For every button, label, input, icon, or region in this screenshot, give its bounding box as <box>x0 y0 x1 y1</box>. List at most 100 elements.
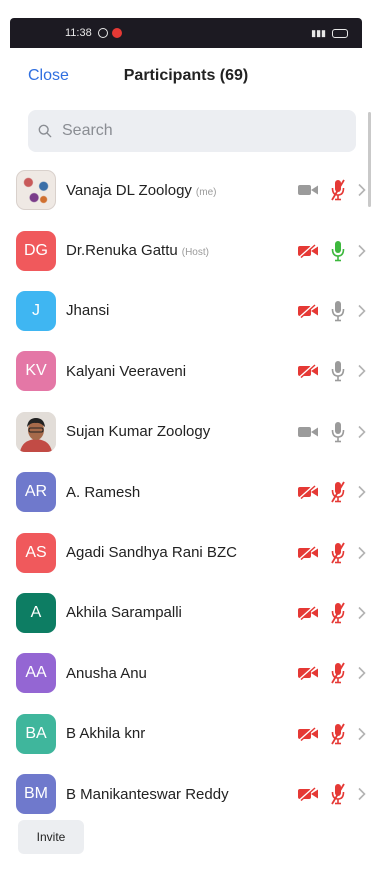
search-bar[interactable] <box>28 110 356 152</box>
participant-name-text: Agadi Sandhya Rani BZC <box>66 544 237 562</box>
mic-muted-icon[interactable] <box>330 179 346 201</box>
participant-row[interactable]: AA Anusha Anu <box>10 643 366 703</box>
mic-icon[interactable] <box>330 300 346 322</box>
avatar-initials: AA <box>25 664 47 682</box>
participant-name-text: B Akhila knr <box>66 725 146 743</box>
chevron-right-icon[interactable] <box>357 425 366 439</box>
participant-name: Jhansi <box>66 302 109 319</box>
participant-name-text: Kalyani Veeraveni <box>66 362 187 380</box>
avatar: DG <box>16 230 56 271</box>
header-bar: Close Participants (69) <box>10 48 362 104</box>
participant-name: A. Ramesh <box>66 484 140 501</box>
avatar: BA <box>16 713 56 754</box>
avatar-initials: KV <box>25 362 47 380</box>
participant-row[interactable]: AR A. Ramesh <box>10 462 366 522</box>
participant-name-text: Vanaja DL Zoology <box>66 181 192 199</box>
participant-name-text: Jhansi <box>66 302 110 320</box>
participant-row[interactable]: BA B Akhila knr <box>10 704 366 764</box>
video-off-icon[interactable] <box>297 243 319 258</box>
participant-row[interactable]: KV Kalyani Veeraveni <box>10 341 366 401</box>
participant-list: Vanaja DL Zoology (me) DG Dr.Renuka Gattu (H… <box>10 160 366 824</box>
avatar-initials: AS <box>25 543 47 561</box>
chevron-right-icon[interactable] <box>357 666 366 680</box>
chevron-right-icon[interactable] <box>357 727 366 741</box>
video-off-icon[interactable] <box>297 364 319 379</box>
chevron-right-icon[interactable] <box>357 485 366 499</box>
participant-name: Akhila Sarampalli <box>66 604 182 621</box>
mic-muted-icon[interactable] <box>330 542 346 564</box>
avatar: AR <box>16 472 56 513</box>
invite-button[interactable]: Invite <box>18 820 84 854</box>
video-off-icon[interactable] <box>297 666 319 681</box>
video-icon[interactable] <box>297 425 319 439</box>
chevron-right-icon[interactable] <box>357 244 366 258</box>
participant-name: Dr.Renuka Gattu (Host) <box>66 242 209 259</box>
avatar-initials: AR <box>24 483 48 501</box>
mic-muted-icon[interactable] <box>330 723 346 745</box>
search-icon <box>38 124 52 138</box>
avatar-initials: J <box>32 301 40 319</box>
avatar-initials: BA <box>25 724 47 742</box>
avatar: BM <box>16 774 56 815</box>
participant-row[interactable]: DG Dr.Renuka Gattu (Host) <box>10 220 366 280</box>
chevron-right-icon[interactable] <box>357 606 366 620</box>
participant-name: Kalyani Veeraveni <box>66 363 186 380</box>
whatsapp-icon <box>97 28 108 38</box>
bottom-bar: Invite <box>10 814 366 860</box>
participant-name-text: Dr.Renuka Gattu <box>66 242 178 260</box>
participant-row[interactable]: A Akhila Sarampalli <box>10 583 366 643</box>
participant-name-text: Akhila Sarampalli <box>66 604 182 622</box>
video-off-icon[interactable] <box>297 605 319 620</box>
mic-muted-icon[interactable] <box>330 602 346 624</box>
avatar-initials: DG <box>24 241 48 259</box>
video-off-icon[interactable] <box>297 545 319 560</box>
participant-row[interactable]: Vanaja DL Zoology (me) <box>10 160 366 220</box>
participant-name-text: Sujan Kumar Zoology <box>66 423 211 441</box>
participant-name-text: Anusha Anu <box>66 664 147 682</box>
participant-name: Agadi Sandhya Rani BZC <box>66 544 237 561</box>
battery-icon <box>332 28 348 38</box>
scrollbar[interactable] <box>368 112 371 207</box>
video-off-icon[interactable] <box>297 787 319 802</box>
avatar: AS <box>16 532 56 573</box>
search-input[interactable] <box>60 121 334 141</box>
recording-icon <box>111 28 122 38</box>
avatar-initials: BM <box>24 785 48 803</box>
mic-muted-icon[interactable] <box>330 481 346 503</box>
chevron-right-icon[interactable] <box>357 304 366 318</box>
role-tag: (Host) <box>181 247 209 259</box>
mic-icon[interactable] <box>330 421 346 443</box>
avatar <box>16 170 56 211</box>
mic-active-icon[interactable] <box>330 240 346 262</box>
participant-row[interactable]: Sujan Kumar Zoology <box>10 402 366 462</box>
video-icon[interactable] <box>297 183 319 197</box>
chevron-right-icon[interactable] <box>357 183 366 197</box>
mic-icon[interactable] <box>330 360 346 382</box>
participant-name-text: B Manikanteswar Reddy <box>66 785 229 803</box>
chevron-right-icon[interactable] <box>357 546 366 560</box>
mic-muted-icon[interactable] <box>330 662 346 684</box>
person-photo-icon <box>16 411 56 452</box>
system-icons: ▮▮▮ <box>311 28 348 39</box>
participant-name: Anusha Anu <box>66 665 147 682</box>
status-time: 11:38 <box>65 27 92 39</box>
signal-icon: ▮▮▮ <box>311 27 326 38</box>
participant-name: Vanaja DL Zoology (me) <box>66 182 216 199</box>
avatar: A <box>16 592 56 633</box>
avatar-initials: A <box>30 603 42 621</box>
chevron-right-icon[interactable] <box>357 787 366 801</box>
participant-row[interactable]: J Jhansi <box>10 281 366 341</box>
video-off-icon[interactable] <box>297 726 319 741</box>
participant-name: Sujan Kumar Zoology <box>66 423 210 440</box>
participant-name: B Manikanteswar Reddy <box>66 786 229 803</box>
video-off-icon[interactable] <box>297 485 319 500</box>
avatar: J <box>16 290 56 331</box>
video-off-icon[interactable] <box>297 303 319 318</box>
participant-row[interactable]: AS Agadi Sandhya Rani BZC <box>10 522 366 582</box>
close-button[interactable]: Close <box>28 67 69 85</box>
participant-name: B Akhila knr <box>66 725 145 742</box>
mic-muted-icon[interactable] <box>330 783 346 805</box>
chevron-right-icon[interactable] <box>357 364 366 378</box>
avatar <box>16 411 56 452</box>
status-bar: 11:38 ▮▮▮ <box>10 18 362 48</box>
